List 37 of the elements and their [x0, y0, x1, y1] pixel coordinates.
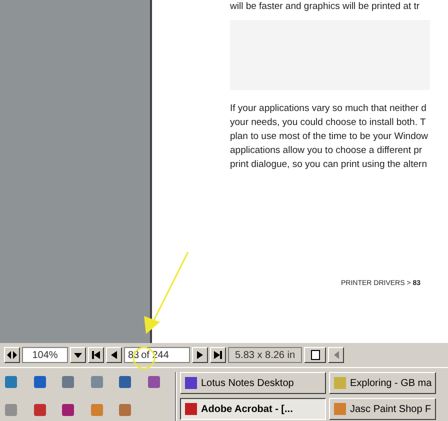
- body-text: will be faster and graphics will be printed at tr: [230, 0, 421, 14]
- app-icon: [184, 402, 198, 416]
- next-page-button[interactable]: [192, 347, 208, 363]
- previous-page-button[interactable]: [106, 347, 122, 363]
- page-layout-icon[interactable]: [304, 347, 326, 363]
- split-arrows-icon: [7, 351, 17, 359]
- taskbar-button[interactable]: Lotus Notes Desktop: [180, 372, 326, 394]
- body-paragraph: If your applications vary so much that neither d your needs, you could choose to install both. T plan to use most of the time to be your Window applications allow you to choose a different pr print dialogue, so you can print using the altern: [230, 102, 430, 172]
- scroll-left-icon: [334, 351, 339, 359]
- quick-launch-icon[interactable]: [60, 402, 76, 418]
- quick-launch-icon[interactable]: [60, 374, 76, 390]
- scroll-left-button[interactable]: [328, 347, 344, 363]
- split-button[interactable]: [4, 347, 20, 363]
- caret-down-icon: [74, 352, 82, 358]
- previous-page-icon: [111, 351, 117, 359]
- taskbar-button[interactable]: Exploring - GB ma: [329, 372, 436, 394]
- first-page-button[interactable]: [88, 347, 104, 363]
- quick-launch-icon[interactable]: [32, 402, 48, 418]
- zoom-field[interactable]: 104%: [22, 347, 68, 363]
- next-page-icon: [197, 351, 203, 359]
- taskbar-button[interactable]: Adobe Acrobat - [...: [180, 398, 326, 420]
- page-icon: [310, 350, 320, 360]
- app-icon: [184, 376, 198, 390]
- taskbar-button[interactable]: Jasc Paint Shop F: [329, 398, 436, 420]
- last-page-button[interactable]: [210, 347, 226, 363]
- quick-launch-icon[interactable]: [117, 402, 133, 418]
- quick-launch-icon[interactable]: [88, 374, 104, 390]
- dropdown-button[interactable]: [70, 347, 86, 363]
- quick-launch-icon[interactable]: [32, 374, 48, 390]
- quick-launch-icon[interactable]: [3, 374, 19, 390]
- first-page-icon: [92, 351, 100, 359]
- app-icon: [333, 402, 347, 416]
- page-size: 5.83 x 8.26 in: [228, 347, 302, 363]
- app-icon: [333, 376, 347, 390]
- quick-launch-icon[interactable]: [146, 374, 162, 390]
- last-page-icon: [214, 351, 222, 359]
- quick-launch-icon[interactable]: [117, 374, 133, 390]
